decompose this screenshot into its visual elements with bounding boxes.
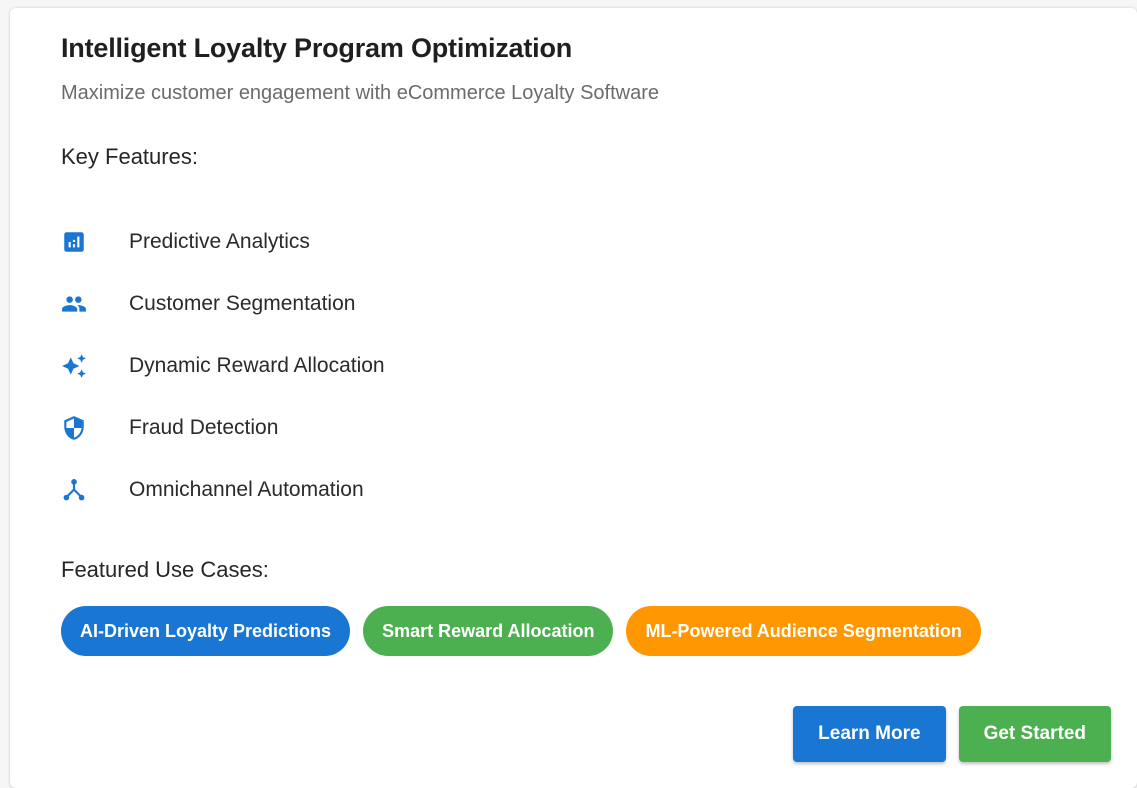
- card-title: Intelligent Loyalty Program Optimization: [61, 33, 573, 63]
- feature-item-predictive-analytics: Predictive Analytics: [61, 211, 385, 273]
- feature-label: Fraud Detection: [129, 416, 279, 439]
- sparkle-icon: [61, 353, 87, 379]
- shield-icon: [61, 415, 87, 441]
- feature-item-dynamic-reward-allocation: Dynamic Reward Allocation: [61, 335, 385, 397]
- key-features-heading: Key Features:: [61, 144, 198, 169]
- feature-label: Dynamic Reward Allocation: [129, 354, 385, 377]
- hub-icon: [61, 477, 87, 503]
- use-case-chips: AI-Driven Loyalty Predictions Smart Rewa…: [61, 606, 981, 656]
- feature-list: Predictive Analytics Customer Segmentati…: [61, 211, 385, 521]
- people-icon: [61, 291, 87, 317]
- learn-more-button[interactable]: Learn More: [793, 706, 946, 762]
- feature-label: Omnichannel Automation: [129, 478, 364, 501]
- card-subtitle: Maximize customer engagement with eComme…: [61, 82, 660, 104]
- card-actions: Learn More Get Started: [793, 706, 1111, 762]
- feature-label: Customer Segmentation: [129, 292, 356, 315]
- analytics-icon: [61, 229, 87, 255]
- get-started-button[interactable]: Get Started: [958, 706, 1111, 762]
- chip-ml-powered-audience-segmentation[interactable]: ML-Powered Audience Segmentation: [626, 606, 981, 656]
- feature-label: Predictive Analytics: [129, 230, 310, 253]
- loyalty-card: Intelligent Loyalty Program Optimization…: [10, 8, 1137, 788]
- feature-item-customer-segmentation: Customer Segmentation: [61, 273, 385, 335]
- use-cases-heading: Featured Use Cases:: [61, 557, 269, 582]
- feature-item-fraud-detection: Fraud Detection: [61, 397, 385, 459]
- chip-ai-driven-loyalty-predictions[interactable]: AI-Driven Loyalty Predictions: [61, 606, 351, 656]
- feature-item-omnichannel-automation: Omnichannel Automation: [61, 459, 385, 521]
- chip-smart-reward-allocation[interactable]: Smart Reward Allocation: [363, 606, 614, 656]
